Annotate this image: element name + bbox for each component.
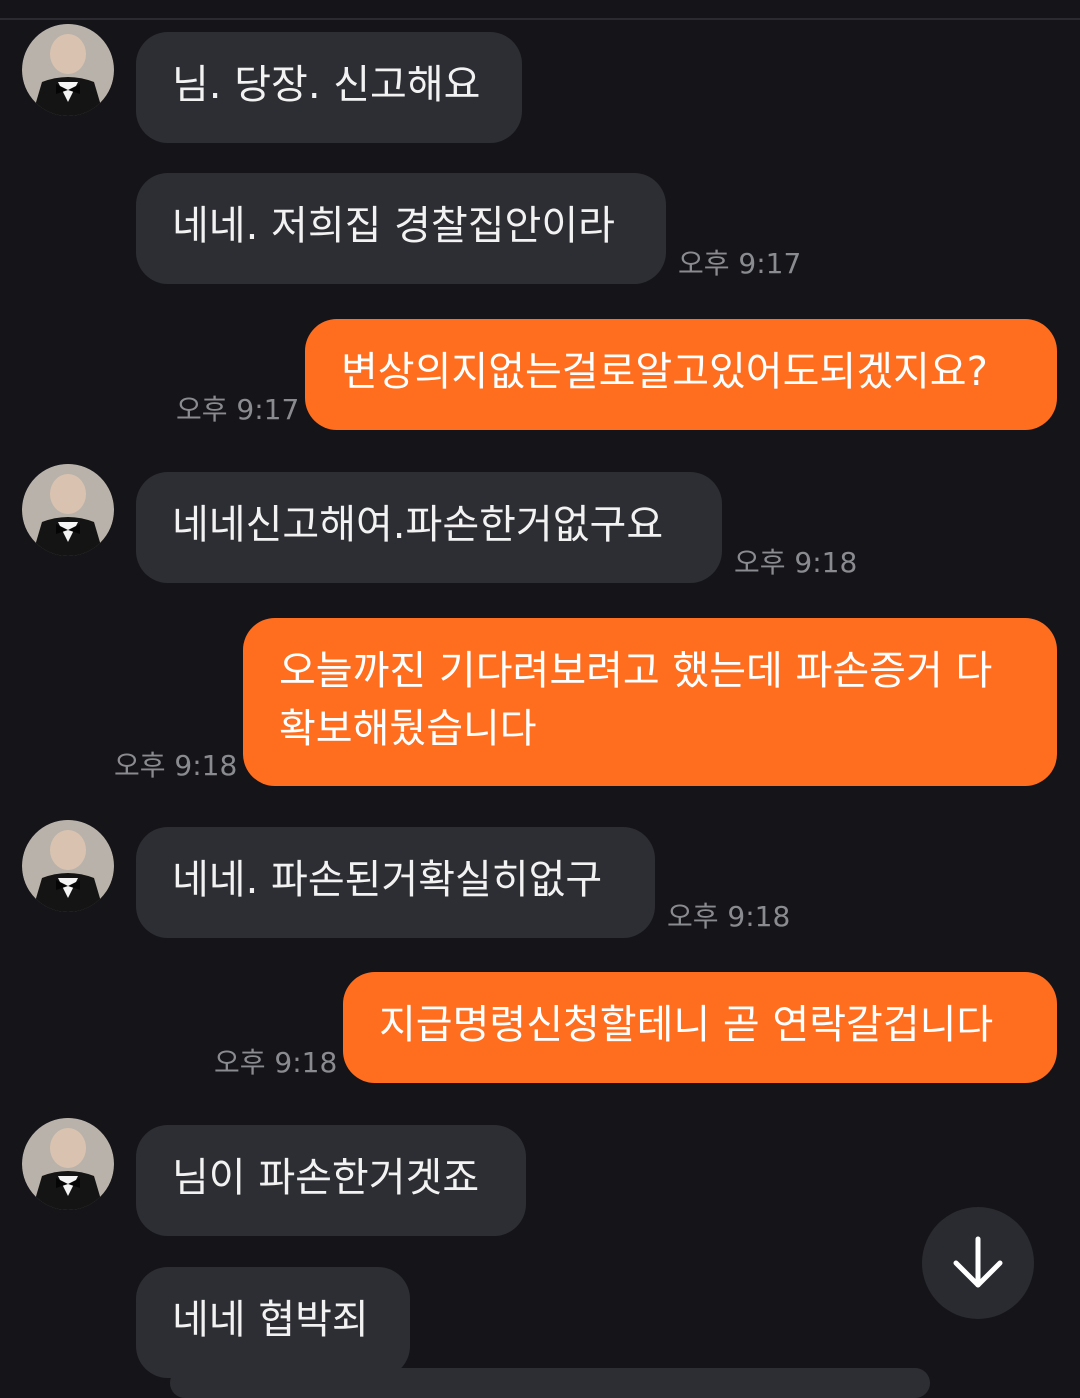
message-bubble-incoming[interactable]: 네네. 파손된거확실히없구 [136, 827, 655, 938]
message-bubble-outgoing[interactable]: 지급명령신청할테니 곧 연락갈겁니다 [343, 972, 1057, 1083]
avatar[interactable] [22, 464, 114, 556]
message-bubble-outgoing[interactable]: 오늘까진 기다려보려고 했는데 파손증거 다 확보해뒀습니다 [243, 618, 1057, 786]
message-timestamp: 오후 9:17 [176, 393, 300, 426]
message-bubble-incoming[interactable]: 네네. 저희집 경찰집안이라 [136, 173, 666, 284]
scroll-to-bottom-button[interactable] [922, 1207, 1034, 1319]
message-bubble-incoming[interactable]: 네네신고해여.파손한거없구요 [136, 472, 722, 583]
avatar[interactable] [22, 1118, 114, 1210]
arrow-down-icon [953, 1236, 1003, 1288]
message-timestamp: 오후 9:18 [214, 1046, 338, 1079]
avatar[interactable] [22, 24, 114, 116]
message-bubble-incoming[interactable]: 네네 협박죄 [136, 1267, 410, 1378]
partial-message-bubble [170, 1368, 930, 1398]
message-timestamp: 오후 9:18 [114, 749, 238, 782]
avatar[interactable] [22, 820, 114, 912]
message-timestamp: 오후 9:17 [678, 247, 802, 280]
message-timestamp: 오후 9:18 [667, 900, 791, 933]
message-bubble-incoming[interactable]: 님이 파손한거겟죠 [136, 1125, 526, 1236]
message-timestamp: 오후 9:18 [734, 546, 858, 579]
message-bubble-outgoing[interactable]: 변상의지없는걸로알고있어도되겠지요? [305, 319, 1057, 430]
top-divider [0, 0, 1080, 20]
message-bubble-incoming[interactable]: 님. 당장. 신고해요 [136, 32, 522, 143]
